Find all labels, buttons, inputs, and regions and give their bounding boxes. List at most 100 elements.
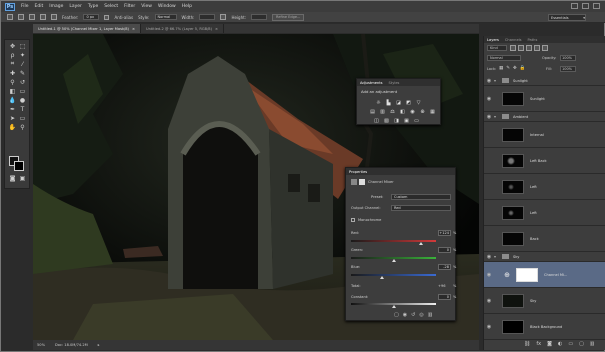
- red-slider[interactable]: [351, 240, 436, 242]
- menu-image[interactable]: Image: [49, 4, 63, 9]
- constant-value-input[interactable]: 0: [438, 294, 451, 300]
- eyedropper-icon[interactable]: ⁄: [18, 60, 27, 68]
- doc-tab-2[interactable]: Untitled-2 @ 66.7% (Layer 5, RGB/8) ×: [141, 24, 225, 33]
- invert-icon[interactable]: ◫: [373, 118, 380, 124]
- lookup-icon[interactable]: ▦: [429, 109, 436, 115]
- monochrome-checkbox[interactable]: [351, 218, 355, 222]
- pen-tool-icon[interactable]: ✒: [8, 105, 17, 113]
- red-value-input[interactable]: +124: [438, 230, 451, 236]
- visibility-icon[interactable]: ◎: [419, 312, 423, 318]
- layer-back[interactable]: Back: [484, 226, 605, 252]
- eye-icon[interactable]: [486, 210, 492, 216]
- posterize-icon[interactable]: ▧: [383, 118, 390, 124]
- type-tool-icon[interactable]: T: [18, 105, 27, 113]
- stamp-tool-icon[interactable]: ⚲: [8, 78, 17, 86]
- menu-help[interactable]: Help: [182, 4, 192, 9]
- blue-slider-thumb[interactable]: [379, 276, 384, 279]
- lock-pixels-icon[interactable]: ▦: [499, 66, 503, 71]
- filter-kind-select[interactable]: Kind: [487, 45, 507, 51]
- filter-type-icon[interactable]: [526, 45, 532, 51]
- blur-tool-icon[interactable]: 💧: [8, 96, 17, 104]
- healing-brush-icon[interactable]: ✚: [8, 69, 17, 77]
- layer-sunlight[interactable]: ◉ Sunlight: [484, 86, 605, 112]
- channel-mixer-icon[interactable]: ⊕: [419, 109, 426, 115]
- constant-slider-thumb[interactable]: [391, 305, 396, 308]
- lasso-tool-icon[interactable]: ρ: [8, 51, 17, 59]
- menu-select[interactable]: Select: [104, 4, 118, 9]
- tab-paths[interactable]: Paths: [528, 38, 538, 42]
- blend-mode-select[interactable]: Normal: [487, 55, 521, 61]
- blue-slider[interactable]: [351, 274, 436, 276]
- view-previous-icon[interactable]: ◉: [403, 312, 407, 318]
- marquee-tool-icon[interactable]: [7, 14, 13, 20]
- menu-view[interactable]: View: [141, 4, 152, 9]
- subtract-selection-icon[interactable]: [40, 14, 46, 20]
- green-value-input[interactable]: 0: [438, 247, 451, 253]
- hand-tool-icon[interactable]: ✋: [8, 123, 17, 131]
- intersect-selection-icon[interactable]: [51, 14, 57, 20]
- minimize-button[interactable]: [571, 3, 578, 9]
- close-icon[interactable]: ×: [132, 27, 135, 31]
- brush-tool-icon[interactable]: ✎: [18, 69, 27, 77]
- filter-adjust-icon[interactable]: [518, 45, 524, 51]
- eye-icon[interactable]: [486, 236, 492, 242]
- filter-smart-icon[interactable]: [542, 45, 548, 51]
- eye-icon[interactable]: [486, 132, 492, 138]
- layer-internal[interactable]: Internal: [484, 122, 605, 148]
- trash-icon[interactable]: ▥: [590, 341, 595, 347]
- layer-group-ambient[interactable]: ◉ ▾ Ambient: [484, 112, 605, 122]
- opacity-input[interactable]: 100%: [560, 55, 576, 61]
- menu-filter[interactable]: Filter: [124, 4, 135, 9]
- exposure-icon[interactable]: ◩: [405, 100, 412, 106]
- path-select-icon[interactable]: ➤: [8, 114, 17, 122]
- menu-edit[interactable]: Edit: [35, 4, 44, 9]
- output-channel-select[interactable]: Red: [391, 205, 451, 211]
- menu-layer[interactable]: Layer: [69, 4, 82, 9]
- brightness-icon[interactable]: ☼: [375, 100, 382, 106]
- fx-icon[interactable]: fx: [536, 341, 541, 347]
- new-layer-icon[interactable]: ▢: [579, 341, 584, 347]
- style-select[interactable]: Normal: [154, 14, 177, 20]
- trash-icon[interactable]: ▥: [428, 312, 433, 318]
- mask-add-icon[interactable]: ◙: [547, 341, 552, 347]
- layer-group-sunlight[interactable]: ◉ ▾ Sunlight: [484, 76, 605, 86]
- zoom-level[interactable]: 50%: [37, 343, 45, 347]
- gradient-map-icon[interactable]: ▭: [413, 118, 420, 124]
- selective-color-icon[interactable]: ▣: [403, 118, 410, 124]
- curves-icon[interactable]: ◪: [395, 100, 402, 106]
- doc-tab-1[interactable]: Untitled-1 @ 50% (Channel Mixer 1, Layer…: [33, 24, 141, 33]
- green-slider-thumb[interactable]: [391, 259, 396, 262]
- new-group-icon[interactable]: ▭: [568, 341, 573, 347]
- eraser-tool-icon[interactable]: ◧: [8, 87, 17, 95]
- refine-edge-button[interactable]: Refine Edge...: [272, 13, 305, 21]
- workspace-select[interactable]: Essentials ▾: [548, 14, 586, 21]
- filter-shape-icon[interactable]: [534, 45, 540, 51]
- layer-left-back[interactable]: Left Back: [484, 148, 605, 174]
- dodge-tool-icon[interactable]: ●: [18, 96, 27, 104]
- clip-to-layer-icon[interactable]: ▢: [394, 312, 399, 318]
- layer-left-2[interactable]: Left: [484, 200, 605, 226]
- chevron-right-icon[interactable]: ▸: [98, 343, 100, 347]
- eye-icon[interactable]: ◉: [486, 114, 492, 120]
- close-button[interactable]: [593, 3, 600, 9]
- magic-wand-icon[interactable]: ✦: [18, 51, 27, 59]
- link-icon[interactable]: ⛓: [524, 341, 530, 347]
- levels-icon[interactable]: ▙: [385, 100, 392, 106]
- zoom-tool-icon[interactable]: ⚲: [18, 123, 27, 131]
- feather-input[interactable]: 0 px: [83, 14, 100, 20]
- add-selection-icon[interactable]: [29, 14, 35, 20]
- red-slider-thumb[interactable]: [418, 242, 423, 245]
- chevron-down-icon[interactable]: ▾: [494, 114, 496, 119]
- preset-select[interactable]: Custom: [391, 194, 451, 200]
- tab-properties[interactable]: Properties: [349, 170, 367, 174]
- filter-pixel-icon[interactable]: [510, 45, 516, 51]
- layer-black-background[interactable]: ◉ Black Background: [484, 314, 605, 340]
- eye-icon[interactable]: ◉: [486, 272, 492, 278]
- width-input[interactable]: [199, 14, 216, 20]
- layer-group-sky[interactable]: ◉ ▾ Sky: [484, 252, 605, 262]
- layer-left-1[interactable]: Left: [484, 174, 605, 200]
- photo-filter-icon[interactable]: ◉: [409, 109, 416, 115]
- blue-value-input[interactable]: -28: [438, 264, 451, 270]
- gradient-tool-icon[interactable]: ▭: [18, 87, 27, 95]
- lock-paint-icon[interactable]: ✎: [506, 66, 510, 71]
